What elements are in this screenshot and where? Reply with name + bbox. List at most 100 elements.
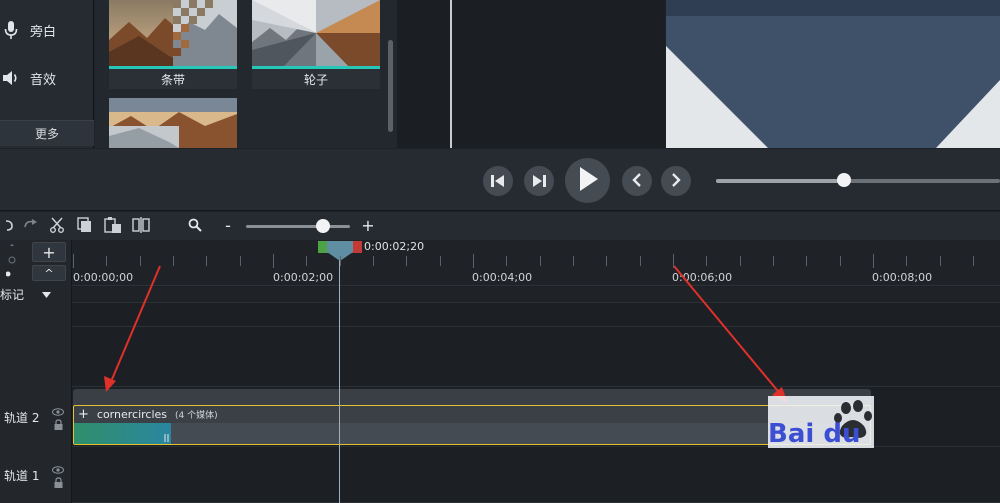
play-icon [578, 166, 598, 195]
ruler-label: 0:00:04;00 [472, 271, 533, 284]
undo-button[interactable] [0, 218, 18, 236]
marker-dropdown[interactable]: 标记 [0, 286, 72, 302]
clip-trim-handle-icon[interactable] [164, 428, 170, 447]
next-icon [671, 172, 681, 191]
marker-lane[interactable] [72, 287, 1000, 303]
playback-progress-knob[interactable] [837, 173, 851, 187]
transition-label: 轮子 [303, 72, 328, 87]
ruler-minor-tick [840, 256, 841, 266]
lock-icon[interactable] [54, 419, 63, 433]
time-ruler[interactable] [72, 240, 1000, 286]
empty-lane[interactable] [72, 303, 1000, 327]
lock-icon[interactable] [54, 477, 63, 491]
preview-canvas[interactable] [666, 0, 1000, 148]
transition-preview-image [252, 0, 380, 66]
previous-button[interactable] [622, 166, 652, 196]
step-forward-icon [532, 172, 546, 191]
play-button[interactable] [565, 158, 610, 203]
track-header-2[interactable]: 轨道 2 [0, 387, 72, 447]
ruler-minor-tick [306, 256, 307, 266]
paste-button[interactable] [104, 217, 122, 237]
playhead-time: 0:00:02;20 [364, 240, 425, 253]
add-track-button[interactable]: + [32, 242, 66, 262]
transition-preview-image [109, 0, 237, 66]
zoom-slider-knob[interactable] [316, 219, 330, 233]
track-label: 轨道 2 [4, 410, 40, 425]
microphone-icon [0, 19, 22, 41]
ruler-minor-tick [373, 256, 374, 266]
ruler-minor-tick [406, 256, 407, 266]
eye-icon[interactable] [52, 463, 64, 477]
copy-button[interactable] [76, 217, 94, 237]
clip-media-segment[interactable] [74, 423, 171, 444]
undo-icon [4, 218, 14, 236]
transition-preview-image [109, 98, 237, 148]
speaker-icon [0, 67, 22, 89]
baidu-watermark-logo: Bai du [768, 396, 874, 449]
sidebar-item-sound-effects[interactable]: 音效 [0, 58, 94, 98]
transition-thumb-wheel[interactable]: 轮子 [252, 0, 380, 89]
split-button[interactable] [132, 217, 150, 236]
zoom-search-icon [188, 218, 202, 236]
empty-lane[interactable] [72, 327, 1000, 387]
ruler-minor-tick [106, 256, 107, 266]
ruler-minor-tick [440, 256, 441, 266]
ruler-major-tick [673, 254, 674, 268]
cut-button[interactable] [48, 217, 66, 237]
redo-button[interactable] [21, 218, 39, 236]
ruler-minor-tick [940, 256, 941, 266]
zoom-slider-track[interactable] [246, 225, 350, 228]
sidebar-item-narration[interactable]: 旁白 [0, 10, 94, 50]
more-button[interactable]: 更多 [0, 120, 94, 146]
step-forward-button[interactable] [524, 166, 554, 196]
clip-body[interactable] [171, 423, 870, 444]
sidebar-item-label: 音效 [30, 72, 57, 88]
ruler-minor-tick [240, 256, 241, 266]
track-header-1[interactable]: 轨道 1 [0, 447, 72, 503]
clip-media-count: (4 个媒体) [175, 410, 218, 421]
expand-group-button[interactable]: + [78, 407, 89, 422]
ruler-label: 0:00:02;00 [273, 271, 334, 284]
ruler-minor-tick [640, 256, 641, 266]
sidebar: 旁白 音效 更多 [0, 0, 94, 148]
ruler-major-tick [73, 254, 74, 268]
zoom-search-button[interactable] [186, 218, 204, 236]
clip-name: cornercircles [96, 407, 168, 421]
ruler-minor-tick [340, 256, 341, 266]
ruler-minor-tick [506, 256, 507, 266]
thumbnail-scrollbar[interactable] [388, 40, 393, 132]
edit-toolbar [0, 212, 1000, 240]
cut-icon [49, 217, 65, 237]
collapse-tracks-button[interactable]: ^ [32, 265, 66, 281]
transition-thumb-strips[interactable]: 条带 [109, 0, 237, 89]
ruler-minor-tick [906, 256, 907, 266]
copy-icon [77, 217, 93, 237]
next-button[interactable] [661, 166, 691, 196]
track-lane-1[interactable] [72, 447, 1000, 503]
ruler-major-tick [873, 254, 874, 268]
marker-label: 标记 [0, 287, 25, 302]
annotation-arrow-icon [670, 262, 794, 412]
ruler-minor-tick [773, 256, 774, 266]
zoom-in-button[interactable]: + [359, 216, 377, 235]
ruler-minor-tick [806, 256, 807, 266]
canvas-dark-area [397, 0, 665, 148]
paste-icon [104, 217, 122, 237]
previous-icon [632, 172, 642, 191]
playback-progress-fill [716, 179, 844, 183]
canvas-guide-line [450, 0, 452, 148]
eye-icon[interactable] [52, 405, 64, 419]
ruler-major-tick [473, 254, 474, 268]
ruler-minor-tick [140, 256, 141, 266]
ruler-minor-tick [740, 256, 741, 266]
annotation-arrow-icon [100, 262, 164, 398]
chevron-down-icon [42, 287, 52, 301]
zoom-out-button[interactable]: - [219, 216, 237, 235]
watermark-text: Bai du [768, 419, 860, 448]
transition-thumb[interactable] [109, 98, 237, 148]
step-back-button[interactable] [483, 166, 513, 196]
ruler-minor-tick [573, 256, 574, 266]
step-back-icon [491, 172, 505, 191]
ruler-minor-tick [606, 256, 607, 266]
playhead-line [339, 256, 340, 503]
